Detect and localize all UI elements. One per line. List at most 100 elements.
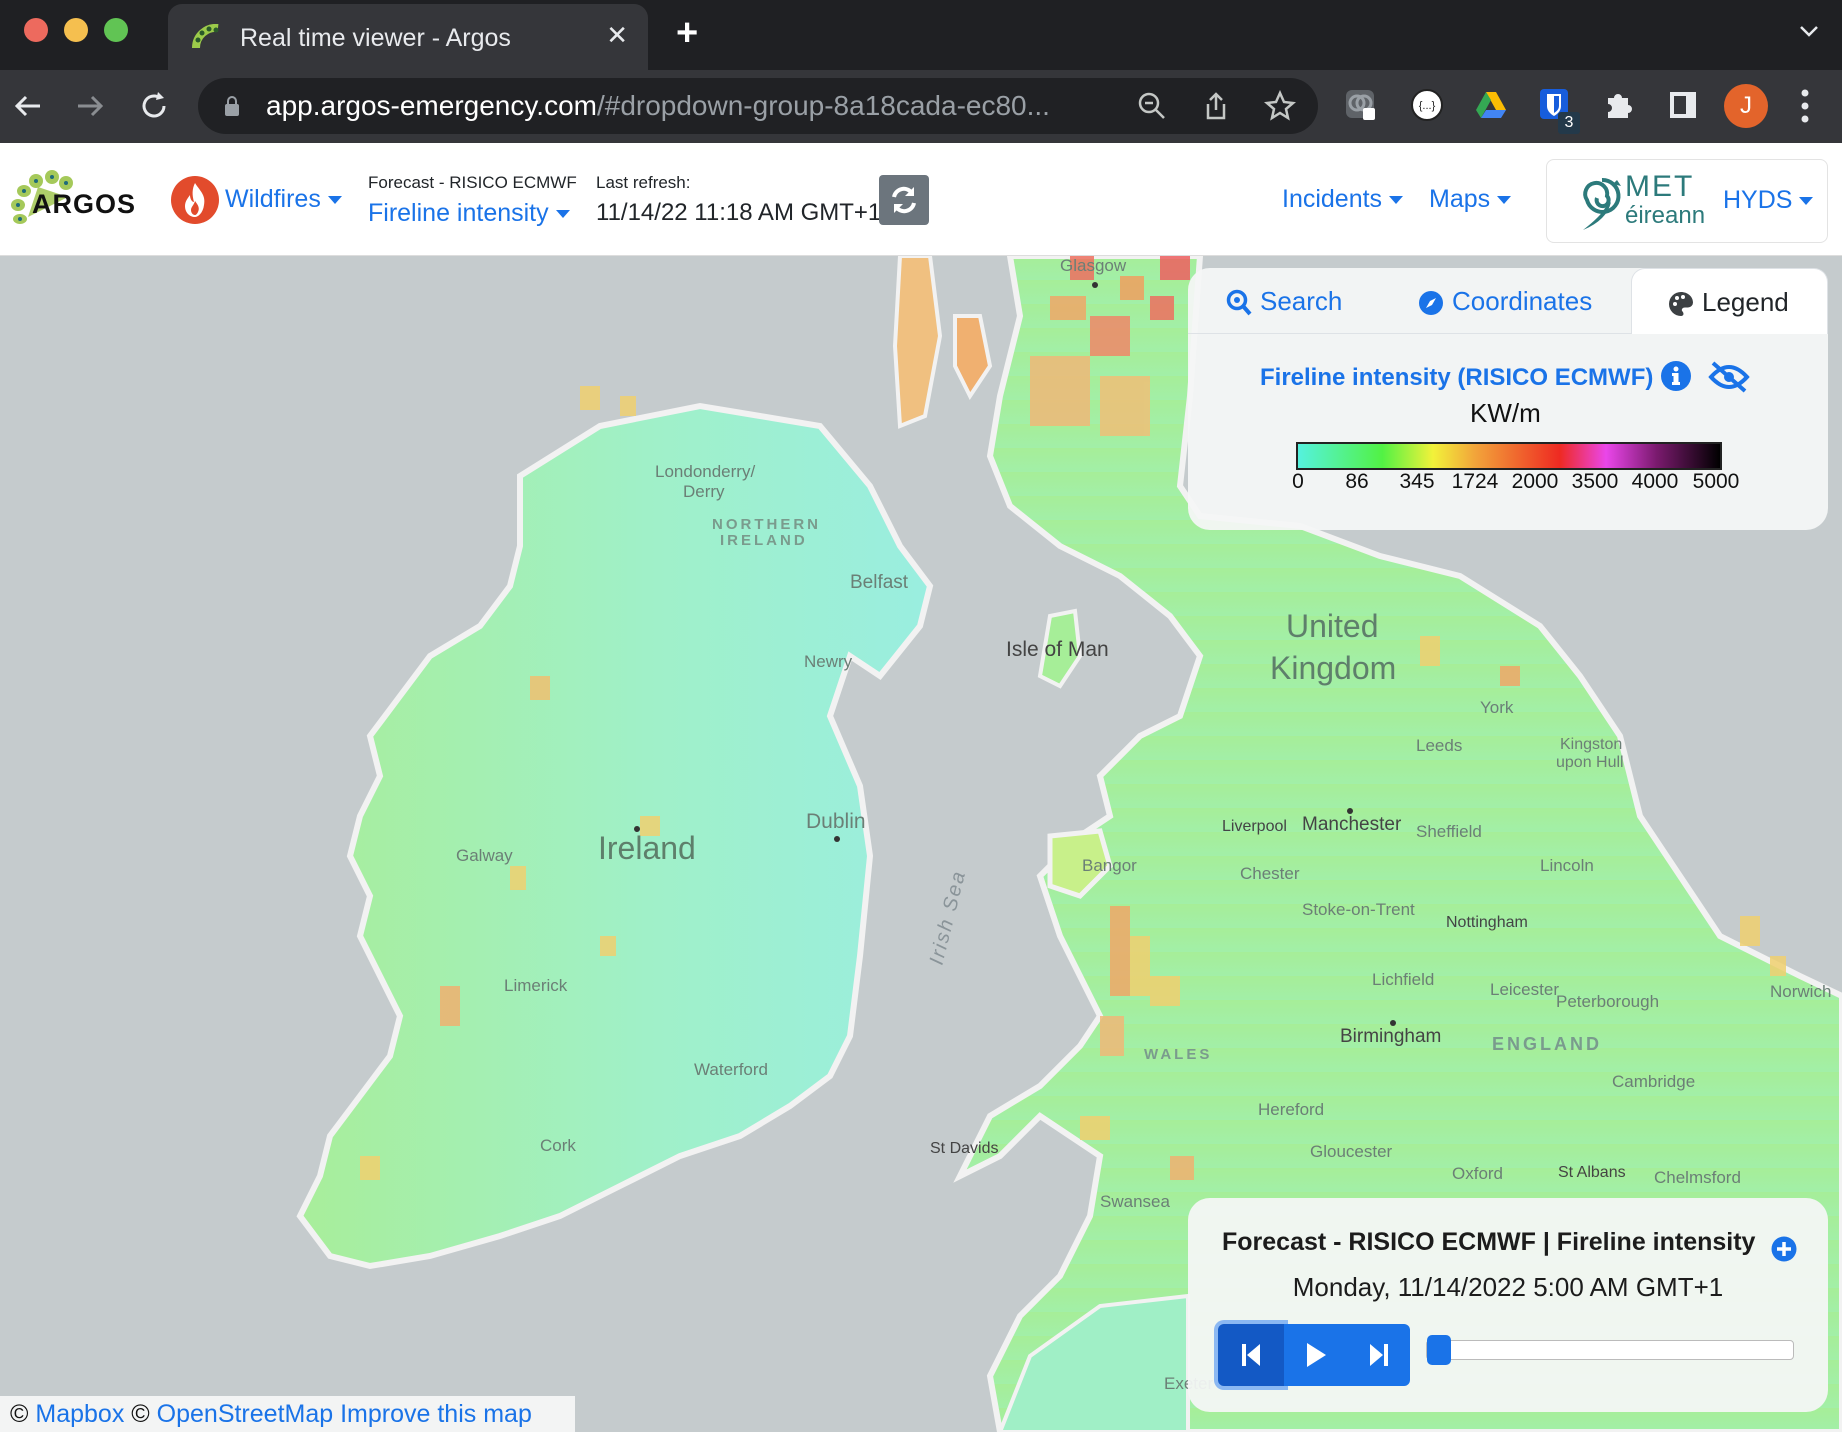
user-menu[interactable]: HYDS [1723, 186, 1814, 215]
browser-tab-active[interactable]: Real time viewer - Argos ✕ [168, 4, 648, 70]
extension-badge: 3 [1558, 112, 1580, 134]
window-minimize-button[interactable] [64, 18, 88, 42]
browser-tab-bar: Real time viewer - Argos ✕ + [0, 0, 1842, 70]
map-label-manchester: Manchester [1302, 814, 1402, 835]
map-label-cork: Cork [540, 1136, 576, 1155]
refresh-button[interactable] [879, 175, 929, 225]
layer-dropdown-label: Fireline intensity [368, 199, 549, 227]
time-slider[interactable] [1426, 1335, 1794, 1365]
wildfire-icon [171, 176, 219, 224]
window-maximize-button[interactable] [104, 18, 128, 42]
play-icon [1307, 1343, 1326, 1367]
address-bar[interactable]: app.argos-emergency.com/#dropdown-group-… [198, 78, 1318, 134]
map-label-belfast: Belfast [850, 572, 909, 593]
copyright-symbol: © [10, 1400, 29, 1428]
incidents-menu[interactable]: Incidents [1282, 185, 1404, 214]
map-label-newry: Newry [804, 652, 853, 671]
hazard-dropdown[interactable]: Wildfires [225, 185, 342, 214]
new-tab-button[interactable]: + [676, 12, 698, 55]
map-label-wales: WALES [1144, 1046, 1213, 1063]
profile-avatar[interactable]: J [1724, 84, 1768, 128]
city-dot [834, 836, 840, 842]
back-arrow-icon[interactable] [8, 86, 48, 126]
legend-units: KW/m [1470, 398, 1541, 428]
city-dot [1347, 808, 1353, 814]
side-panel: Search Coordinates Legend Fireline inten… [1188, 268, 1828, 530]
map-label-ireland: Ireland [598, 830, 696, 866]
map-label-northern: NORTHERN [712, 516, 821, 533]
plus-circle-icon[interactable] [1771, 1236, 1797, 1262]
layer-dropdown[interactable]: Fireline intensity [368, 199, 570, 228]
maps-menu-label: Maps [1429, 185, 1491, 213]
app-header: ARGOS Wildfires Forecast - RISICO ECMWF … [0, 143, 1842, 256]
argos-favicon-icon [192, 24, 219, 49]
map-label-waterford: Waterford [694, 1060, 769, 1079]
kebab-menu-icon[interactable] [1800, 88, 1810, 124]
palette-icon [1669, 292, 1693, 317]
forecast-source-label: Forecast - RISICO ECMWF [368, 173, 577, 192]
map-label-ireland-region: IRELAND [720, 532, 808, 549]
map-label-cambridge: Cambridge [1612, 1072, 1696, 1091]
kintyre-landmass [892, 256, 943, 429]
legend-colorbar [1296, 442, 1722, 470]
city-dot [1390, 1020, 1396, 1026]
map-label-derry-1: Londonderry/ [655, 462, 756, 481]
tab-close-icon[interactable]: ✕ [606, 20, 628, 51]
extension-json-icon[interactable]: {...} [1410, 88, 1444, 122]
legend-tick: 5000 [1692, 470, 1740, 493]
map-label-nottingham: Nottingham [1446, 914, 1528, 931]
bookmark-star-icon[interactable] [1264, 90, 1296, 122]
playback-controls [1218, 1324, 1410, 1386]
step-backward-button[interactable] [1218, 1324, 1284, 1386]
forward-arrow-icon[interactable] [70, 86, 110, 126]
extension-meet-icon[interactable] [1344, 88, 1378, 122]
map-label-dublin: Dublin [806, 810, 866, 833]
met-logo-sub: éireann [1625, 202, 1706, 229]
map-label-glasgow: Glasgow [1060, 256, 1127, 275]
maps-menu[interactable]: Maps [1429, 185, 1512, 214]
map-label-hereford: Hereford [1258, 1100, 1325, 1119]
mapbox-link[interactable]: Mapbox [35, 1400, 124, 1428]
lock-icon[interactable] [224, 95, 240, 117]
openstreetmap-link[interactable]: OpenStreetMap [157, 1400, 334, 1428]
tab-search-chevron-icon[interactable] [1798, 20, 1820, 42]
url-text[interactable]: app.argos-emergency.com/#dropdown-group-… [266, 90, 1050, 122]
compass-icon [1419, 291, 1443, 316]
step-forward-button[interactable] [1348, 1324, 1410, 1386]
tab-search[interactable]: Search [1226, 268, 1342, 334]
time-panel-title: Forecast - RISICO ECMWF | Fireline inten… [1222, 1228, 1756, 1256]
search-location-icon [1226, 289, 1252, 316]
tab-title: Real time viewer - Argos [240, 24, 511, 52]
map-label-united: United [1286, 608, 1379, 644]
zoom-out-icon[interactable] [1136, 90, 1168, 122]
map-label-st-davids: St Davids [930, 1140, 999, 1157]
info-icon[interactable] [1660, 360, 1692, 392]
url-host: app.argos-emergency.com [266, 90, 597, 121]
tab-legend-label: Legend [1702, 287, 1789, 317]
time-panel-datetime: Monday, 11/14/2022 5:00 AM GMT+1 [1292, 1272, 1724, 1302]
extension-drive-icon[interactable] [1474, 88, 1508, 122]
caret-down-icon [1389, 196, 1404, 205]
share-icon[interactable] [1200, 90, 1232, 122]
time-slider-thumb[interactable] [1427, 1335, 1451, 1365]
play-button[interactable] [1284, 1324, 1348, 1386]
city-dot [1092, 282, 1098, 288]
map-label-kingdom: Kingdom [1270, 650, 1397, 686]
map-label-limerick: Limerick [504, 976, 568, 995]
side-panel-icon[interactable] [1666, 88, 1700, 122]
last-refresh-value: 11/14/22 11:18 AM GMT+1 [596, 199, 882, 226]
tab-legend[interactable]: Legend [1631, 268, 1828, 334]
reload-icon[interactable] [134, 86, 174, 126]
window-close-button[interactable] [24, 18, 48, 42]
tab-coordinates[interactable]: Coordinates [1418, 268, 1592, 334]
legend-tick: 3500 [1571, 470, 1619, 493]
map-label-galway: Galway [456, 846, 513, 865]
argos-logo-text: ARGOS [32, 189, 137, 219]
map-label-chester: Chester [1240, 864, 1300, 883]
extensions-puzzle-icon[interactable] [1602, 88, 1636, 122]
improve-map-link[interactable]: Improve this map [340, 1400, 532, 1428]
eye-slash-icon[interactable] [1708, 360, 1750, 394]
time-control-panel: Forecast - RISICO ECMWF | Fireline inten… [1188, 1198, 1828, 1412]
url-path: /#dropdown-group-8a18cada-ec80... [596, 90, 1050, 121]
caret-down-icon [1799, 197, 1814, 206]
